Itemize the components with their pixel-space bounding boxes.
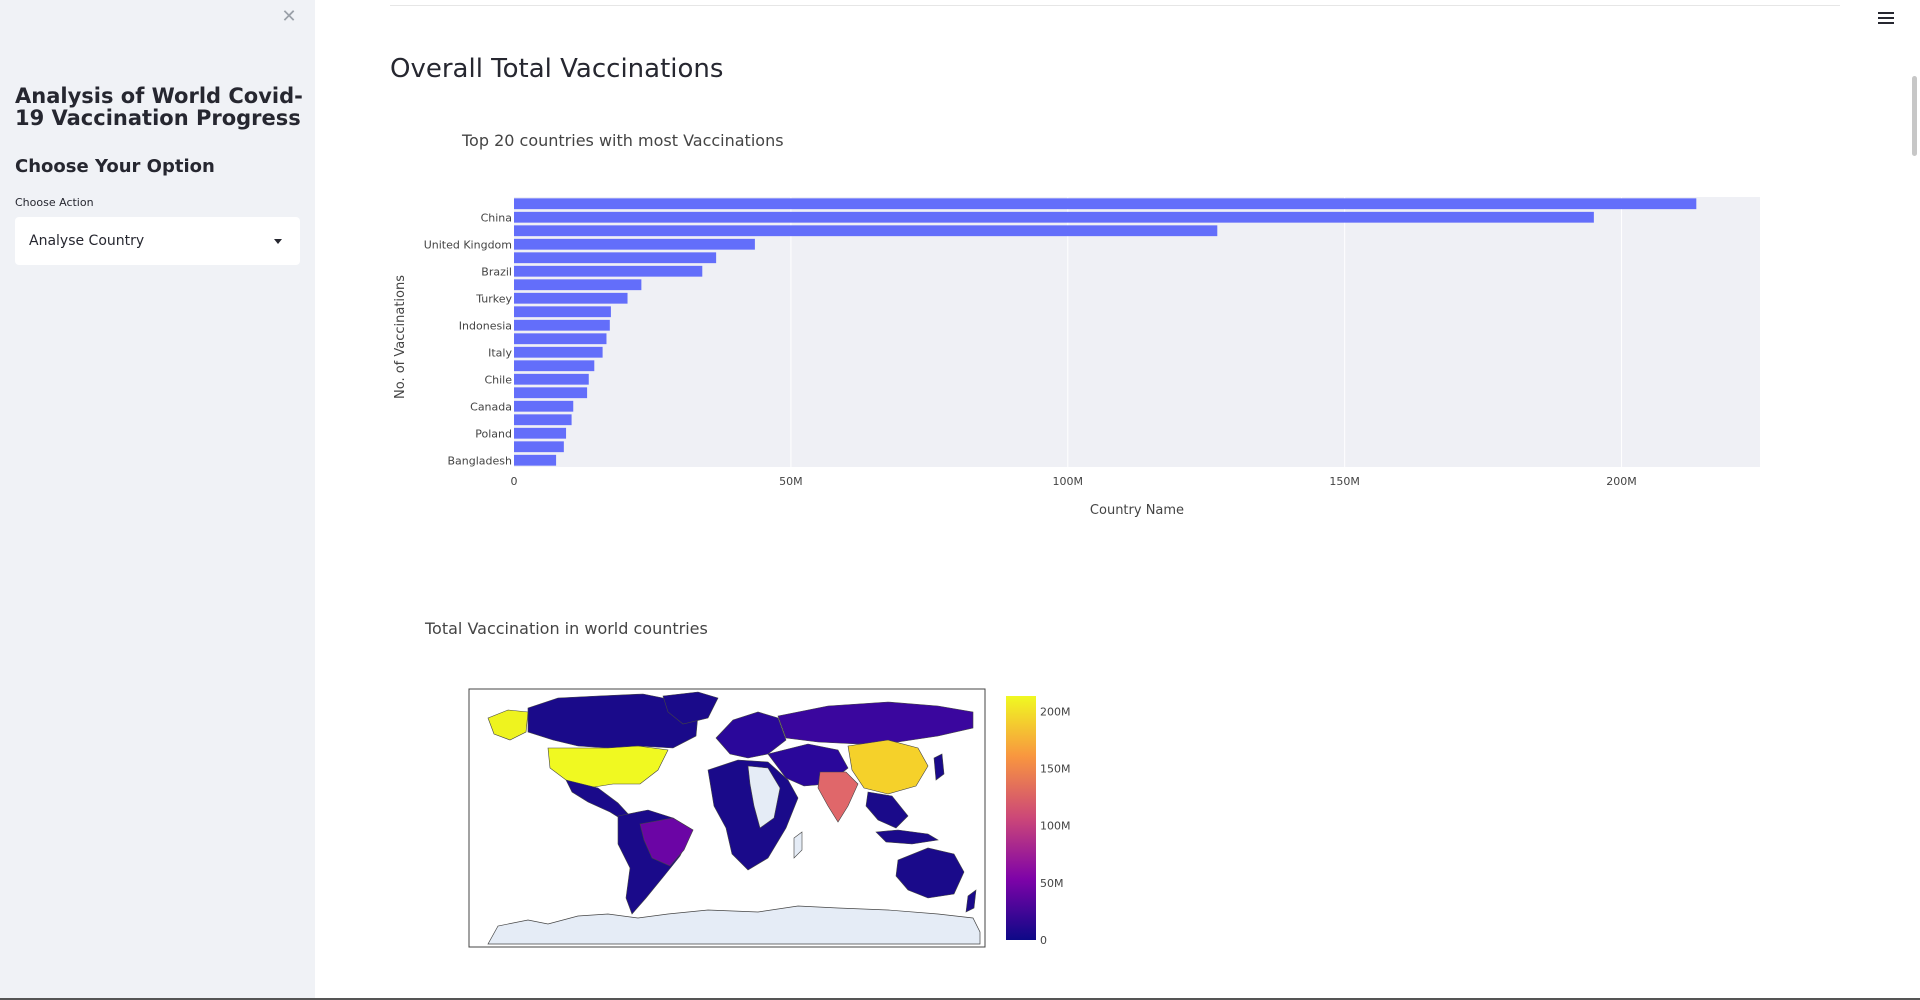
bar[interactable]: [514, 414, 572, 426]
bar[interactable]: [514, 238, 755, 250]
x-tick-label: 50M: [779, 475, 803, 488]
bar-chart: China United Kingdom Brazil Turkey Indonesia…: [393, 197, 1760, 518]
map-title: Total Vaccination in world countries: [425, 619, 708, 638]
colorbar-tick-label: 200M: [1040, 705, 1071, 718]
bar[interactable]: [514, 292, 628, 304]
bar[interactable]: [514, 279, 642, 291]
bar[interactable]: [514, 333, 607, 345]
sidebar-title: Analysis of World Covid-19 Vaccination P…: [15, 84, 303, 130]
y-tick-label: Canada: [470, 400, 512, 413]
bar[interactable]: [514, 427, 567, 439]
y-tick-label: Chile: [484, 373, 512, 386]
x-axis-label: Country Name: [1090, 503, 1184, 518]
choropleth-map: [468, 688, 986, 948]
bar[interactable]: [514, 319, 610, 331]
bar[interactable]: [514, 346, 603, 358]
page-title: Overall Total Vaccinations: [390, 54, 724, 84]
bar[interactable]: [514, 225, 1218, 237]
x-tick-label: 100M: [1053, 475, 1084, 488]
sidebar-subtitle: Choose Your Option: [15, 156, 215, 177]
y-tick-label: Poland: [475, 427, 512, 440]
plot-background: [514, 197, 1760, 467]
hamburger-menu-icon[interactable]: [1878, 12, 1894, 26]
colorbar-tick-label: 100M: [1040, 820, 1071, 833]
action-select[interactable]: Analyse Country: [15, 217, 300, 265]
select-value: Analyse Country: [29, 233, 145, 249]
scrollbar[interactable]: [1912, 76, 1917, 156]
bar[interactable]: [514, 306, 611, 318]
x-tick-label: 200M: [1606, 475, 1637, 488]
y-tick-label: United Kingdom: [424, 238, 512, 251]
y-tick-label: Brazil: [481, 265, 512, 278]
colorbar-tick-label: 150M: [1040, 763, 1071, 776]
y-axis-label: No. of Vaccinations: [393, 275, 408, 399]
chevron-down-icon: [274, 239, 282, 244]
bar[interactable]: [514, 198, 1697, 210]
x-tick-label: 150M: [1329, 475, 1360, 488]
bar[interactable]: [514, 252, 717, 264]
colorbar: 0 50M 100M 150M 200M: [1006, 696, 1071, 947]
x-tick-label: 0: [511, 475, 518, 488]
bar[interactable]: [514, 211, 1594, 223]
bar[interactable]: [514, 441, 564, 453]
bar[interactable]: [514, 400, 574, 412]
bar[interactable]: [514, 265, 703, 277]
bar-chart-title: Top 20 countries with most Vaccinations: [462, 131, 784, 150]
close-icon[interactable]: ✕: [280, 6, 298, 28]
colorbar-gradient: [1006, 696, 1036, 940]
bar[interactable]: [514, 454, 557, 466]
bar[interactable]: [514, 373, 589, 385]
y-tick-label: Bangladesh: [448, 454, 513, 467]
y-tick-label: Indonesia: [459, 319, 512, 332]
sidebar: ✕ Analysis of World Covid-19 Vaccination…: [0, 0, 315, 1000]
y-tick-label: China: [481, 211, 512, 224]
colorbar-tick-label: 0: [1040, 934, 1047, 947]
colorbar-tick-label: 50M: [1040, 877, 1064, 890]
y-tick-label: Italy: [488, 346, 512, 359]
header-divider: [390, 5, 1840, 6]
bar[interactable]: [514, 360, 595, 372]
bar[interactable]: [514, 387, 588, 399]
select-label: Choose Action: [15, 196, 94, 209]
y-tick-label: Turkey: [475, 292, 512, 305]
